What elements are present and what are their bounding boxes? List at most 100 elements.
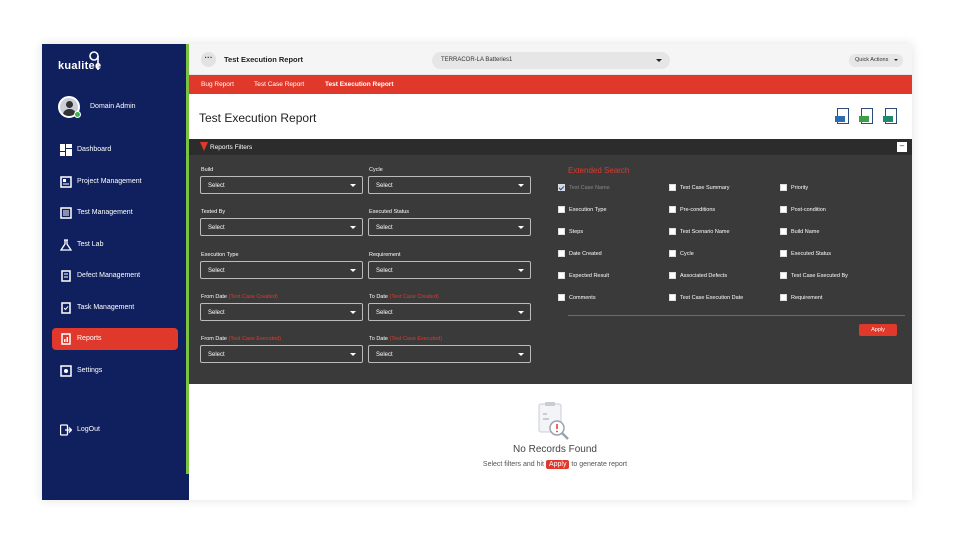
reports-icon: [61, 333, 71, 345]
export-csv-button[interactable]: [859, 108, 875, 127]
checkbox-icon: [780, 228, 787, 235]
checkbox-icon: [669, 250, 676, 257]
chevron-down-icon: [350, 226, 356, 229]
reports-filters-panel: Reports Filters – Build Select Cycle Sel…: [189, 139, 912, 384]
project-icon: [60, 176, 72, 188]
minus-icon: –: [899, 141, 905, 150]
to-date-created-label: To Date (Test Case Created): [369, 294, 439, 300]
chevron-down-icon: [518, 184, 524, 187]
filter-icon: [200, 142, 208, 151]
tab-bug-report[interactable]: Bug Report: [201, 81, 234, 88]
flask-icon: [60, 239, 72, 251]
header-title: Test Execution Report: [224, 55, 304, 64]
export-pdf-button[interactable]: [883, 108, 899, 127]
chevron-down-icon: [350, 311, 356, 314]
sidebar-item-defect-management[interactable]: Defect Management: [52, 265, 178, 287]
tested-by-label: Tested By: [201, 209, 226, 215]
chevron-down-icon: [350, 184, 356, 187]
sidebar-item-settings[interactable]: Settings: [52, 360, 178, 382]
report-tabs: Bug Report Test Case Report Test Executi…: [189, 75, 912, 94]
to-date-executed-label: To Date (Test Case Executed): [369, 336, 443, 342]
executed-status-label: Executed Status: [369, 209, 410, 215]
tab-test-case-report[interactable]: Test Case Report: [254, 81, 304, 88]
chevron-down-icon: [656, 59, 662, 62]
test-management-icon: [60, 207, 72, 219]
export-xls-button[interactable]: [835, 108, 851, 127]
project-select-value: TERRACOR-LA Batteries1: [441, 57, 513, 63]
online-status-icon: [74, 111, 81, 118]
project-select[interactable]: TERRACOR-LA Batteries1: [432, 52, 670, 69]
chevron-down-icon: [518, 226, 524, 229]
checkbox-icon: [669, 228, 676, 235]
settings-icon: [60, 365, 72, 377]
checkbox-icon: [780, 206, 787, 213]
extended-search-title: Extended Search: [568, 166, 630, 175]
sidebar-item-project-management[interactable]: Project Management: [52, 171, 178, 193]
sidebar-item-label: Settings: [77, 367, 103, 374]
from-date-created-select[interactable]: Select: [200, 303, 363, 321]
quick-actions-label: Quick Actions: [855, 57, 889, 63]
checkbox-icon: [780, 250, 787, 257]
requirement-label: Requirement: [369, 252, 401, 258]
checkbox-icon: [780, 184, 787, 191]
sidebar-item-task-management[interactable]: Task Management: [52, 297, 178, 319]
quick-actions-button[interactable]: Quick Actions: [849, 54, 903, 67]
apply-button[interactable]: Apply: [859, 324, 897, 336]
logo-text: kualitee: [58, 60, 102, 72]
sidebar-item-label: Defect Management: [77, 272, 141, 279]
sidebar-item-label: Dashboard: [77, 146, 112, 153]
checkbox-icon: [780, 272, 787, 279]
from-date-created-label: From Date (Test Case Created): [201, 294, 278, 300]
top-header: ··· Test Execution Report TERRACOR-LA Ba…: [189, 44, 912, 75]
to-date-created-select[interactable]: Select: [368, 303, 531, 321]
sidebar-item-label: Reports: [77, 335, 102, 342]
sidebar-item-label: Test Management: [77, 209, 133, 216]
logout-label: LogOut: [77, 426, 100, 433]
logout-button[interactable]: LogOut: [52, 419, 178, 441]
apply-hint-badge: Apply: [545, 460, 570, 469]
executed-status-select[interactable]: Select: [368, 218, 531, 236]
checkbox-icon: [558, 206, 565, 213]
checkbox-icon: [669, 206, 676, 213]
sidebar-item-test-lab[interactable]: Test Lab: [52, 234, 178, 256]
collapse-button[interactable]: –: [897, 142, 907, 152]
tested-by-select[interactable]: Select: [200, 218, 363, 236]
sidebar-item-test-management[interactable]: Test Management: [52, 202, 178, 224]
sidebar-item-reports[interactable]: Reports: [52, 328, 178, 350]
tab-test-execution-report[interactable]: Test Execution Report: [325, 81, 394, 88]
divider: [568, 315, 905, 316]
requirement-select[interactable]: Select: [368, 261, 531, 279]
filters-header: Reports Filters –: [189, 139, 912, 155]
checkbox-icon: [558, 184, 565, 191]
execution-type-label: Execution Type: [201, 252, 239, 258]
chevron-down-icon: [894, 59, 898, 61]
empty-state-subtitle: Select filters and hit Apply to generate…: [482, 460, 628, 469]
page-title: Test Execution Report: [199, 111, 317, 125]
checkbox-icon: [780, 294, 787, 301]
chevron-down-icon: [350, 269, 356, 272]
chevron-down-icon: [518, 311, 524, 314]
logo[interactable]: kualitee: [58, 50, 128, 78]
cycle-select[interactable]: Select: [368, 176, 531, 194]
more-options-button[interactable]: ···: [201, 52, 216, 67]
from-date-executed-select[interactable]: Select: [200, 345, 363, 363]
checkbox-icon: [558, 228, 565, 235]
execution-type-select[interactable]: Select: [200, 261, 363, 279]
dashboard-icon: [60, 144, 72, 156]
cycle-label: Cycle: [369, 167, 383, 173]
sidebar: kualitee Domain Admin Dashboard Project …: [42, 44, 189, 500]
build-select[interactable]: Select: [200, 176, 363, 194]
chevron-down-icon: [518, 353, 524, 356]
sidebar-item-label: Test Lab: [77, 241, 104, 248]
sidebar-item-dashboard[interactable]: Dashboard: [52, 139, 178, 161]
user-name: Domain Admin: [90, 103, 136, 110]
checkbox-icon: [669, 184, 676, 191]
to-date-executed-select[interactable]: Select: [368, 345, 531, 363]
build-label: Build: [201, 167, 214, 173]
chevron-down-icon: [350, 353, 356, 356]
empty-state-title: No Records Found: [513, 444, 597, 455]
checkbox-icon: [669, 272, 676, 279]
sidebar-item-label: Task Management: [77, 304, 135, 311]
from-date-executed-label: From Date (Test Case Executed): [201, 336, 282, 342]
chevron-down-icon: [518, 269, 524, 272]
